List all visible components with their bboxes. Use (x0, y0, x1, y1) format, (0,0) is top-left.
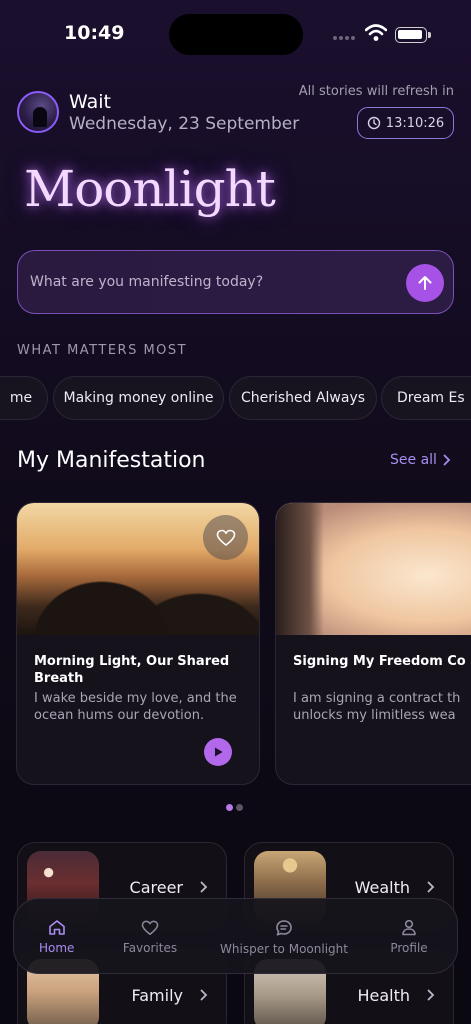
tab-label: Home (39, 941, 75, 955)
my-manifestation-title: My Manifestation (17, 448, 206, 473)
send-button[interactable] (406, 264, 444, 302)
play-icon (215, 747, 223, 757)
tab-label: Profile (390, 941, 428, 955)
battery-icon (395, 27, 427, 43)
status-bar: 10:49 (0, 0, 471, 70)
card-image (276, 503, 471, 635)
card-title: Signing My Freedom Co (293, 654, 466, 669)
what-matters-label: WHAT MATTERS MOST (17, 343, 188, 358)
pager-dot[interactable] (236, 804, 243, 811)
signal-icon (333, 36, 355, 40)
play-button[interactable] (204, 738, 232, 766)
topic-chip[interactable]: me (0, 376, 48, 420)
tab-label: Whisper to Moonlight (220, 941, 348, 956)
manifestation-card[interactable]: Signing My Freedom Co I am signing a con… (275, 502, 471, 785)
category-label: Health (357, 986, 410, 1005)
refresh-countdown: 13:10:26 (357, 107, 454, 139)
wifi-icon (365, 24, 387, 41)
home-icon (48, 920, 65, 935)
chip-label: me (9, 390, 33, 406)
bottom-tab-bar: Home Favorites Whisper to Moonlight Prof… (13, 898, 458, 974)
chevron-right-icon (427, 989, 435, 1001)
manifestation-carousel: Morning Light, Our Shared Breath I wake … (0, 502, 471, 787)
tab-profile[interactable]: Profile (384, 899, 434, 975)
topic-chip[interactable]: Cherished Always (229, 376, 377, 420)
arrow-up-icon (418, 276, 432, 290)
favorite-button[interactable] (203, 515, 248, 560)
chevron-right-icon (200, 989, 208, 1001)
see-all-link[interactable]: See all (390, 452, 451, 468)
tab-home[interactable]: Home (39, 899, 74, 975)
status-time: 10:49 (64, 22, 125, 44)
manifest-input[interactable] (30, 251, 400, 312)
card-title: Morning Light, Our Shared Breath (34, 654, 230, 686)
current-date: Wednesday, 23 September (69, 114, 300, 134)
card-description: I wake beside my love, and the ocean hum… (34, 691, 237, 723)
topic-chip-list: me Making money online Cherished Always … (0, 376, 471, 422)
topic-chip[interactable]: Making money online (53, 376, 224, 420)
tab-whisper[interactable]: Whisper to Moonlight (219, 899, 349, 975)
moonlight-logo: Moonlight (24, 160, 276, 218)
category-label: Career (129, 878, 183, 897)
chevron-right-icon (427, 881, 435, 893)
countdown-value: 13:10:26 (385, 115, 445, 131)
chevron-right-icon (443, 454, 451, 466)
tab-label: Favorites (122, 940, 178, 955)
pager-dot-active[interactable] (226, 804, 233, 811)
heart-icon (141, 920, 159, 935)
user-name: Wait (69, 91, 111, 113)
battery-tip (428, 32, 431, 38)
dynamic-island (169, 14, 303, 55)
category-label: Wealth (354, 878, 410, 897)
heart-icon (216, 529, 235, 546)
user-icon (402, 919, 416, 936)
user-header: Wait Wednesday, 23 September All stories… (0, 84, 471, 144)
see-all-label: See all (390, 452, 437, 468)
category-label: Family (131, 986, 183, 1005)
topic-chip[interactable]: Dream Es (381, 376, 471, 420)
carousel-pager (226, 804, 243, 811)
chat-icon (276, 919, 292, 936)
refresh-notice: All stories will refresh in (298, 84, 454, 99)
clock-icon (367, 116, 380, 130)
avatar[interactable] (17, 91, 59, 133)
chevron-right-icon (200, 881, 208, 893)
card-description: I am signing a contract th unlocks my li… (293, 691, 461, 723)
tab-favorites[interactable]: Favorites (118, 899, 182, 975)
manifestation-card[interactable]: Morning Light, Our Shared Breath I wake … (16, 502, 260, 785)
manifest-search-bar (17, 250, 454, 314)
